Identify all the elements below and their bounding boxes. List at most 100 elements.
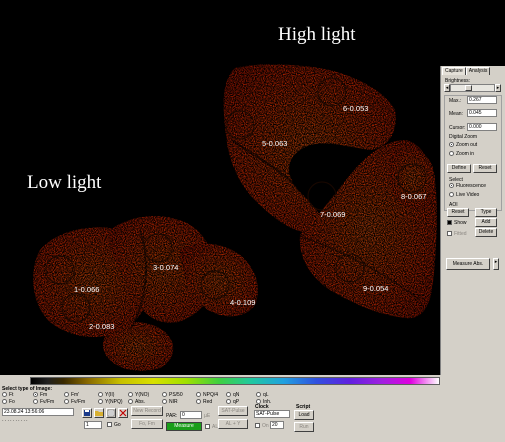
go-label: Go	[114, 422, 121, 428]
image-type-label-r2-5: NIR	[169, 399, 178, 405]
image-type-radio-r2-6[interactable]	[196, 399, 201, 404]
par-field[interactable]: 0	[180, 411, 202, 419]
image-type-label-r1-7: qN	[233, 392, 240, 398]
brightness-right-arrow-icon[interactable]: ▸	[495, 84, 501, 92]
counter-field[interactable]: 1	[84, 421, 102, 429]
image-type-radio-r2-2[interactable]	[64, 399, 69, 404]
run-script-button[interactable]: Run	[294, 422, 314, 432]
aoi-label-4: 4-0.109	[230, 298, 256, 307]
delete-record-icon[interactable]	[118, 408, 128, 418]
cursor-label: Cursor:	[449, 125, 466, 131]
zoom-out-radio[interactable]	[449, 142, 454, 147]
image-type-radio-r1-5[interactable]	[162, 392, 167, 397]
date-scale: ··········	[2, 418, 29, 424]
image-type-label-r1-8: qL	[263, 392, 269, 398]
mean-label: Mean:	[449, 111, 463, 117]
measure-status: Measure	[166, 422, 202, 431]
al-y-button[interactable]: AL + Y	[218, 419, 248, 429]
image-type-radio-r1-1[interactable]	[33, 392, 38, 397]
par-unit-label: µE	[204, 413, 211, 419]
aoi-reset-button[interactable]: Reset	[447, 208, 469, 217]
clock-on-label: On	[262, 423, 269, 429]
image-type-label-r1-2: Fm'	[71, 392, 80, 398]
fo-fm-button[interactable]: Fo, Fm	[131, 419, 163, 429]
max-value: 0.267	[467, 96, 497, 104]
aoi-type-button[interactable]: Type	[475, 208, 497, 217]
aoi-add-button[interactable]: Add	[475, 218, 497, 227]
aoi-label-1: 1-0.066	[74, 285, 100, 294]
cursor-value: 0.000	[467, 123, 497, 131]
panel-tabs: Capture Analysis	[442, 67, 491, 75]
high-light-label: High light	[278, 24, 356, 45]
image-type-label-r2-1: Fv/Fm	[40, 399, 55, 405]
image-type-radio-r2-7[interactable]	[226, 399, 231, 404]
digital-zoom-label: Digital Zoom	[449, 134, 478, 140]
image-type-radio-r1-3[interactable]	[98, 392, 103, 397]
sat-pulse-button[interactable]: SAT-Pulse	[218, 406, 248, 416]
define-button[interactable]: Define	[447, 164, 471, 173]
fluorescence-radio[interactable]	[449, 183, 454, 188]
aoi-label-9: 9-0.054	[363, 284, 389, 293]
live-video-label: Live Video	[456, 192, 480, 198]
panel-scroll-icon[interactable]: ▸	[493, 258, 499, 270]
fluorescence-image: High light Low light 1-0.066 2-0.083 3-0…	[0, 0, 440, 375]
image-control-panel: Select type of Image: 23.08.24 13:56:06 …	[0, 375, 505, 442]
zoom-in-radio[interactable]	[449, 151, 454, 156]
image-type-radio-r2-3[interactable]	[98, 399, 103, 404]
image-type-radio-r1-0[interactable]	[2, 392, 7, 397]
measure-abs-button[interactable]: Measure Abs.	[446, 258, 490, 270]
aoi-label-7: 7-0.069	[320, 210, 346, 219]
aoi-delete-button[interactable]: Delete	[475, 228, 497, 237]
save-icon[interactable]	[82, 408, 92, 418]
clock-select[interactable]: SAT-Pulse	[254, 410, 290, 418]
show-checkbox[interactable]	[447, 220, 452, 225]
tab-analysis[interactable]: Analysis	[465, 67, 491, 75]
image-type-radio-r2-8[interactable]	[256, 399, 261, 404]
image-type-radio-r1-7[interactable]	[226, 392, 231, 397]
fitted-label: Fitted	[454, 231, 467, 237]
image-type-label-r1-4: Y(NO)	[135, 392, 150, 398]
image-type-radio-r1-4[interactable]	[128, 392, 133, 397]
zoom-out-label: Zoom out	[456, 142, 478, 148]
clock-on-checkbox[interactable]	[255, 423, 260, 428]
aoi-label-6: 6-0.053	[343, 104, 369, 113]
image-type-radio-r1-8[interactable]	[256, 392, 261, 397]
image-type-radio-r2-0[interactable]	[2, 399, 7, 404]
image-type-radio-r2-5[interactable]	[162, 399, 167, 404]
go-checkbox[interactable]	[107, 422, 112, 427]
aoi-label-5: 5-0.063	[262, 139, 288, 148]
image-type-label-r2-3: Y(NPQ)	[105, 399, 123, 405]
brightness-slider-thumb[interactable]	[465, 85, 472, 91]
load-script-button[interactable]: Load	[294, 410, 314, 420]
open-folder-icon[interactable]	[94, 408, 104, 418]
al-checkbox[interactable]	[205, 424, 210, 429]
fluorescence-label: Fluorescence	[456, 183, 487, 189]
image-type-label-r2-6: Red	[203, 399, 213, 405]
image-type-radio-r2-4[interactable]	[128, 399, 133, 404]
tab-capture[interactable]: Capture	[442, 67, 466, 75]
image-type-label-r2-7: qP	[233, 399, 240, 405]
max-label: Max.:	[449, 98, 462, 104]
image-type-label-r1-3: Y(II)	[105, 392, 115, 398]
image-type-label-r1-0: Ft	[9, 392, 14, 398]
clock-interval-field[interactable]: 20	[270, 421, 284, 429]
report-icon[interactable]	[106, 408, 116, 418]
brightness-slider[interactable]	[450, 84, 495, 92]
image-type-label-r2-4: Abs.	[135, 399, 146, 405]
image-type-radio-r2-1[interactable]	[33, 399, 38, 404]
image-type-radio-r1-6[interactable]	[196, 392, 201, 397]
color-scale-bar	[30, 377, 440, 385]
aoi-label-2: 2-0.083	[89, 322, 115, 331]
fitted-checkbox[interactable]	[447, 231, 452, 236]
show-label: Show	[454, 220, 467, 226]
aoi-label-3: 3-0.074	[153, 263, 179, 272]
image-type-label-r1-1: Fm	[40, 392, 48, 398]
zoom-reset-button[interactable]: Reset	[473, 164, 497, 173]
new-record-button[interactable]: New Record	[131, 406, 163, 416]
par-label: PAR:	[166, 413, 178, 419]
aoi-circle-7	[307, 181, 337, 211]
image-type-label-r1-5: PS/50	[169, 392, 183, 398]
date-field[interactable]: 23.08.24 13:56:06	[2, 408, 74, 416]
image-type-radio-r1-2[interactable]	[64, 392, 69, 397]
live-video-radio[interactable]	[449, 192, 454, 197]
